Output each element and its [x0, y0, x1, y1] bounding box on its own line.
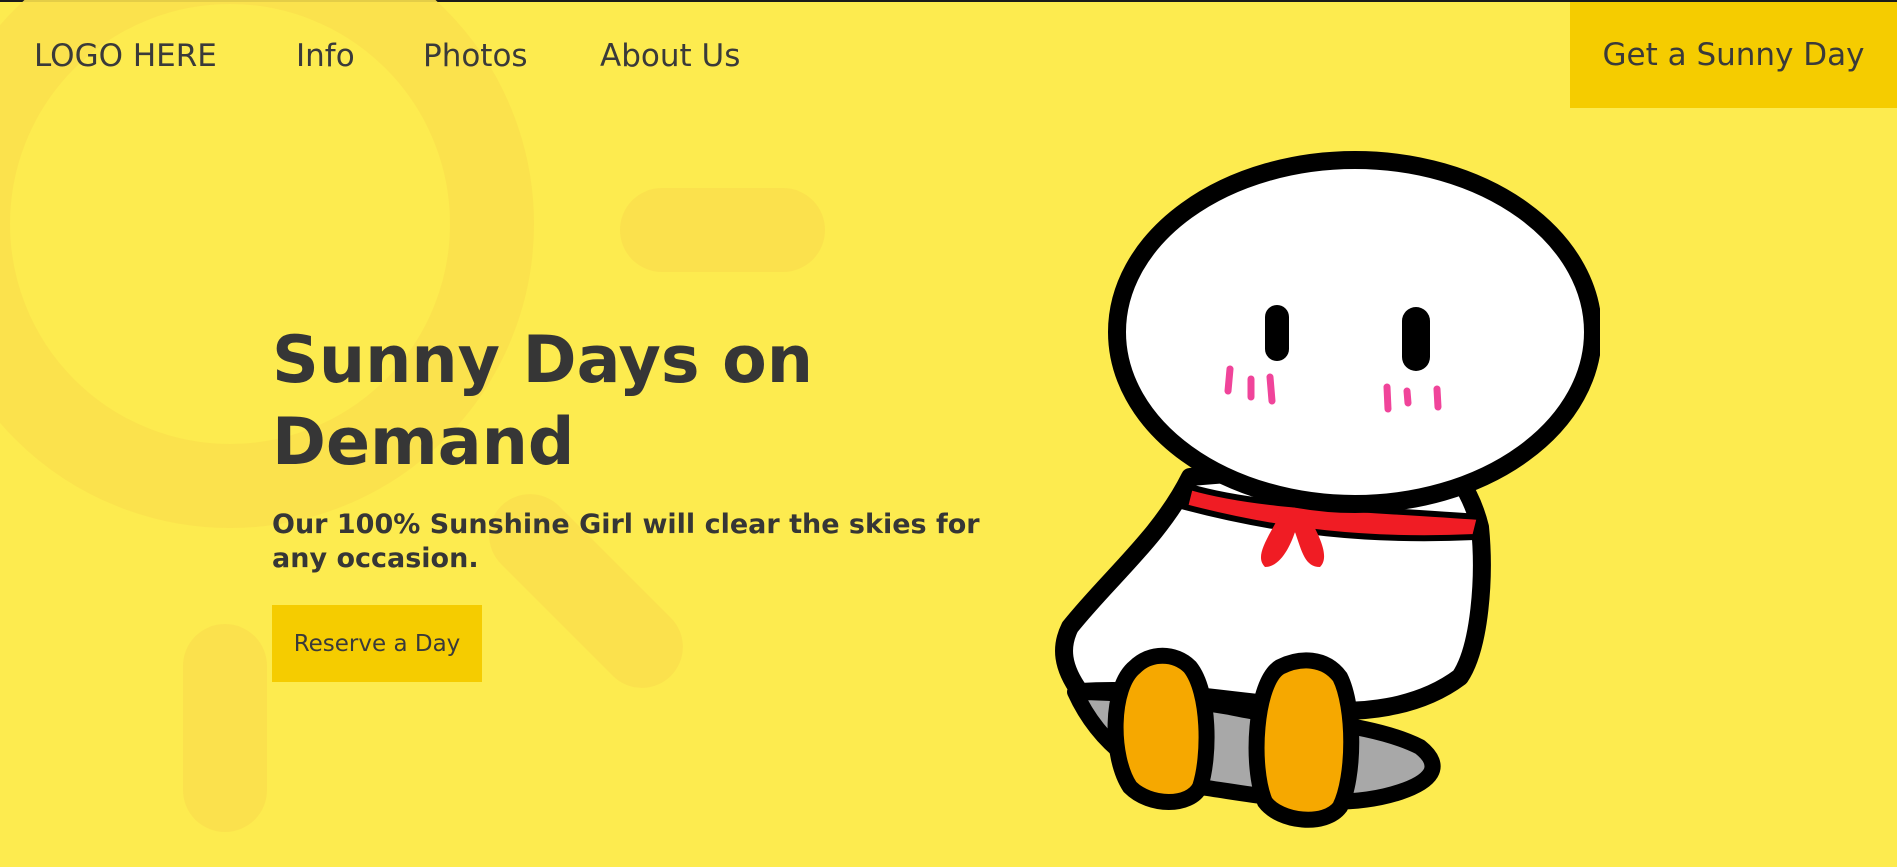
decor-pill-vertical	[183, 624, 267, 832]
nav-link-info[interactable]: Info	[296, 38, 355, 74]
hero-subtitle: Our 100% Sunshine Girl will clear the sk…	[272, 509, 980, 574]
teru-teru-bozu-doll-icon	[1055, 151, 1600, 828]
nav-link-about-us[interactable]: About Us	[600, 38, 740, 74]
decor-pill-top	[620, 188, 825, 272]
get-sunny-day-button[interactable]: Get a Sunny Day	[1570, 2, 1897, 108]
logo[interactable]: LOGO HERE	[34, 38, 217, 74]
nav-link-photos[interactable]: Photos	[423, 38, 528, 74]
top-nav: LOGO HERE Info Photos About Us Get a Sun…	[0, 2, 1897, 110]
doll-right-eye	[1402, 307, 1430, 371]
doll-right-foot	[1248, 652, 1360, 828]
reserve-day-button[interactable]: Reserve a Day	[272, 605, 482, 682]
doll-left-eye	[1265, 305, 1289, 361]
doll-head	[1108, 151, 1600, 513]
hero-title: Sunny Days on Demand	[272, 323, 814, 480]
doll-left-foot	[1107, 647, 1215, 810]
